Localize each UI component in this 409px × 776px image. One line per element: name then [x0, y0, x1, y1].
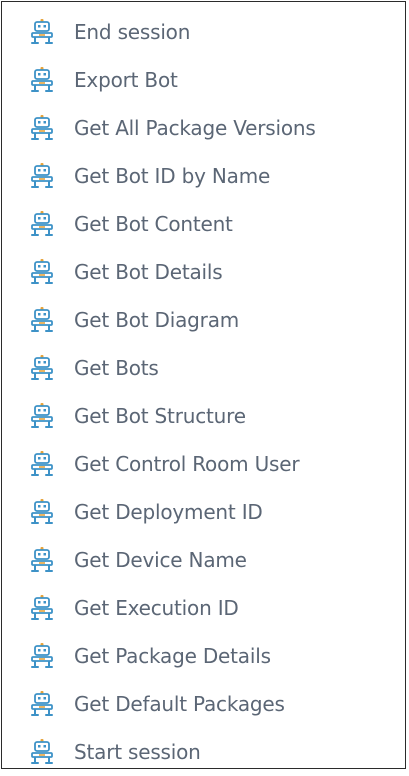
action-item[interactable]: Get Default Packages [2, 680, 405, 728]
bot-icon [28, 306, 56, 334]
bot-icon [28, 594, 56, 622]
action-label: Start session [74, 740, 201, 764]
action-item[interactable]: Get Bot Structure [2, 392, 405, 440]
bot-icon [28, 18, 56, 46]
action-label: Get Package Details [74, 644, 271, 668]
action-label: Get Control Room User [74, 452, 300, 476]
action-label: Get Deployment ID [74, 500, 263, 524]
action-item[interactable]: Get Bot Details [2, 248, 405, 296]
action-label: Get Bot Diagram [74, 308, 240, 332]
action-item[interactable]: Get Bots [2, 344, 405, 392]
action-label: Get Bots [74, 356, 159, 380]
bot-icon [28, 402, 56, 430]
bot-icon [28, 450, 56, 478]
action-item[interactable]: Start session [2, 728, 405, 776]
action-item[interactable]: Get Execution ID [2, 584, 405, 632]
bot-icon [28, 114, 56, 142]
action-list: End session Export Bot Get All Package Ver… [2, 8, 405, 776]
bot-icon [28, 738, 56, 766]
action-label: Get All Package Versions [74, 116, 316, 140]
action-label: Get Execution ID [74, 596, 239, 620]
action-label: Export Bot [74, 68, 178, 92]
action-item[interactable]: Export Bot [2, 56, 405, 104]
action-list-panel: End session Export Bot Get All Package Ver… [1, 1, 406, 769]
action-item[interactable]: Get Device Name [2, 536, 405, 584]
action-label: Get Device Name [74, 548, 247, 572]
action-label: Get Bot Details [74, 260, 223, 284]
bot-icon [28, 690, 56, 718]
action-item[interactable]: Get Bot Diagram [2, 296, 405, 344]
action-item[interactable]: Get Package Details [2, 632, 405, 680]
action-item[interactable]: Get Bot Content [2, 200, 405, 248]
bot-icon [28, 210, 56, 238]
action-item[interactable]: Get All Package Versions [2, 104, 405, 152]
action-item[interactable]: Get Control Room User [2, 440, 405, 488]
action-item[interactable]: End session [2, 8, 405, 56]
action-item[interactable]: Get Bot ID by Name [2, 152, 405, 200]
bot-icon [28, 546, 56, 574]
bot-icon [28, 642, 56, 670]
action-label: End session [74, 20, 191, 44]
action-label: Get Bot ID by Name [74, 164, 271, 188]
action-label: Get Bot Structure [74, 404, 246, 428]
bot-icon [28, 162, 56, 190]
bot-icon [28, 354, 56, 382]
action-item[interactable]: Get Deployment ID [2, 488, 405, 536]
action-label: Get Bot Content [74, 212, 233, 236]
action-label: Get Default Packages [74, 692, 285, 716]
bot-icon [28, 66, 56, 94]
bot-icon [28, 498, 56, 526]
bot-icon [28, 258, 56, 286]
